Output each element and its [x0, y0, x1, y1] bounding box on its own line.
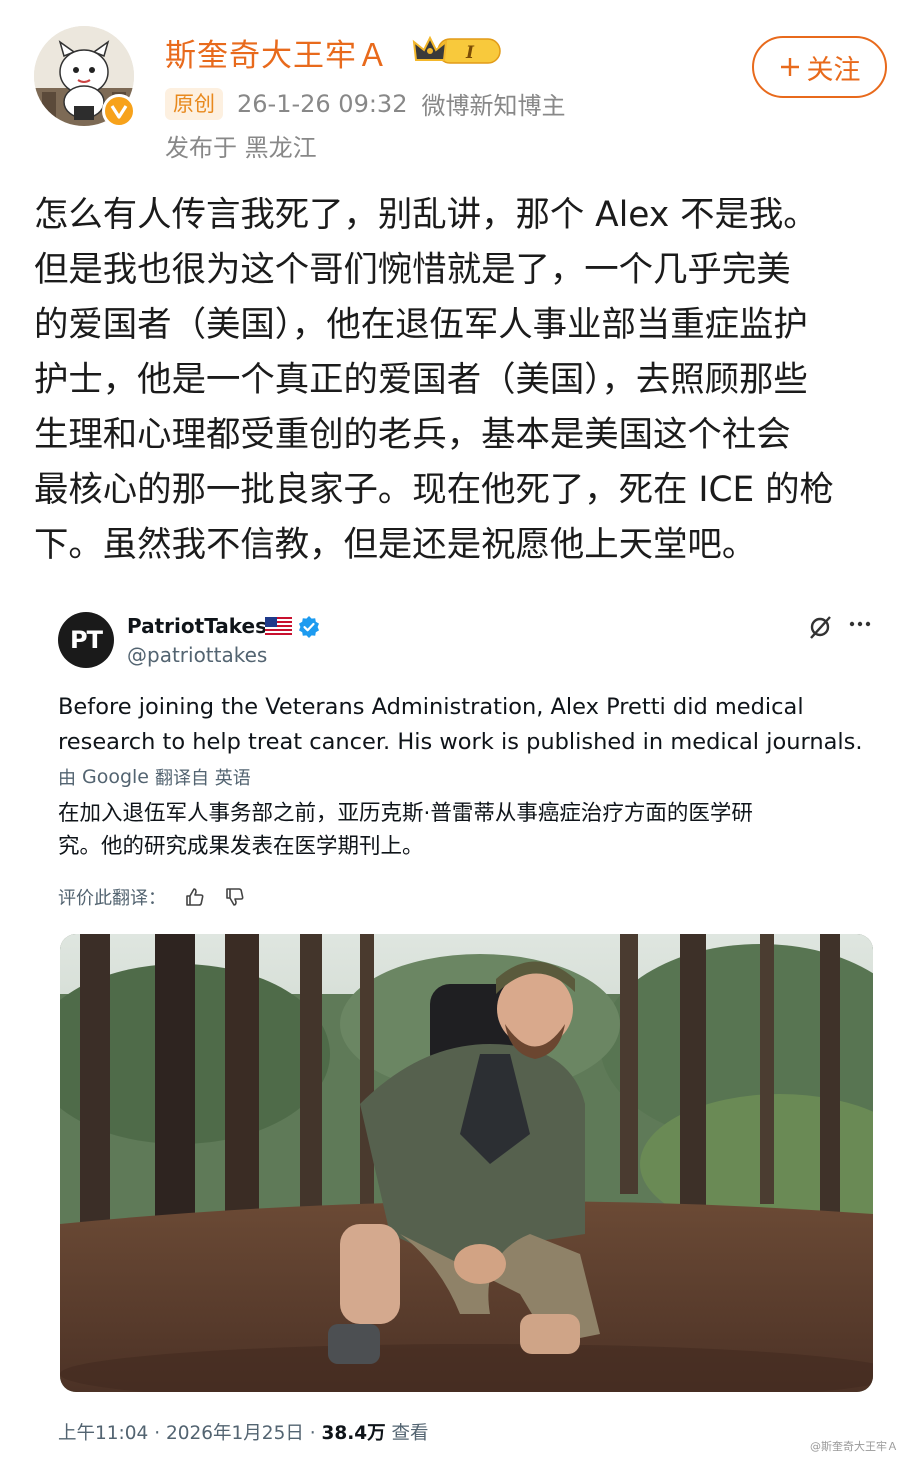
tweet-author-name[interactable]: PatriotTakes — [127, 614, 267, 638]
more-options-icon[interactable] — [848, 612, 872, 642]
follow-label: 关注 — [806, 54, 861, 86]
thumbs-up-icon[interactable] — [184, 886, 206, 908]
post-meta: 原创 26-1-26 09:32 微博新知博主 — [165, 86, 565, 121]
tweet-text-line: Before joining the Veterans Administrati… — [58, 694, 804, 720]
tweet-handle[interactable]: @patriottakes — [127, 643, 267, 667]
translated-line: 究。他的研究成果发表在医学期刊上。 — [58, 834, 424, 859]
post-timestamp: 26-1-26 09:32 — [237, 89, 408, 118]
tweet-footer: 上午11:04 · 2026年1月25日 · 38.4万 查看 — [58, 1419, 429, 1445]
follow-button[interactable]: 关注 — [752, 36, 887, 98]
verified-check-icon — [297, 615, 321, 643]
user-title: 微博新知博主 — [421, 92, 566, 120]
original-tag: 原创 — [165, 87, 223, 120]
tweet-avatar[interactable]: PT — [58, 612, 114, 668]
grok-icon[interactable] — [806, 613, 834, 645]
tweet-text-line: research to help treat cancer. His work … — [58, 729, 863, 755]
translate-prefix: 由 — [58, 768, 76, 789]
post-body-line: 护士，他是一个真正的爱国者（美国），去照顾那些 — [34, 360, 808, 400]
level-badge-text: I — [465, 43, 475, 63]
views-label: 查看 — [391, 1423, 429, 1444]
tweet-time: 上午11:04 · 2026年1月25日 · — [58, 1423, 316, 1444]
tweet-text: Before joining the Veterans Administrati… — [58, 690, 878, 760]
post-body: 怎么有人传言我死了，别乱讲，那个 Alex 不是我。 但是我也很为这个哥们惋惜就… — [34, 188, 894, 573]
member-crown-icon[interactable]: I — [412, 32, 502, 72]
post-body-line: 生理和心理都受重创的老兵，基本是美国这个社会 — [34, 415, 791, 455]
post-body-line: 下。虽然我不信教，但是还是祝愿他上天堂吧。 — [34, 525, 757, 565]
tweet-photo[interactable] — [60, 934, 873, 1392]
rate-translation-label: 评价此翻译： — [58, 888, 166, 909]
us-flag-icon — [265, 617, 292, 639]
translation-attribution: 由 Google 翻译自 英语 — [58, 764, 251, 790]
post-body-line: 的爱国者（美国），他在退伍军人事业部当重症监护 — [34, 305, 808, 345]
plus-icon — [780, 58, 799, 76]
verified-v-icon — [102, 94, 136, 128]
post-body-line: 最核心的那一批良家子。现在他死了，死在 ICE 的枪 — [34, 470, 834, 510]
post-location: 发布于 黑龙江 — [165, 134, 317, 162]
post-body-line: 但是我也很为这个哥们惋惜就是了，一个几乎完美 — [34, 250, 791, 290]
google-logo-text: Google — [82, 766, 150, 788]
weibo-watermark: @斯奎奇大王牢Ａ — [810, 1440, 898, 1453]
translated-line: 在加入退伍军人事务部之前，亚历克斯·普雷蒂从事癌症治疗方面的医学研 — [58, 801, 753, 826]
username[interactable]: 斯奎奇大王牢Ａ — [165, 30, 389, 75]
translated-text: 在加入退伍军人事务部之前，亚历克斯·普雷蒂从事癌症治疗方面的医学研 究。他的研究… — [58, 797, 878, 863]
views-count: 38.4万 — [321, 1423, 386, 1444]
thumbs-down-icon[interactable] — [224, 886, 246, 908]
rate-translation-row: 评价此翻译： — [58, 884, 246, 910]
translate-suffix[interactable]: 翻译自 英语 — [155, 764, 251, 790]
post-body-line: 怎么有人传言我死了，别乱讲，那个 Alex 不是我。 — [34, 195, 818, 235]
